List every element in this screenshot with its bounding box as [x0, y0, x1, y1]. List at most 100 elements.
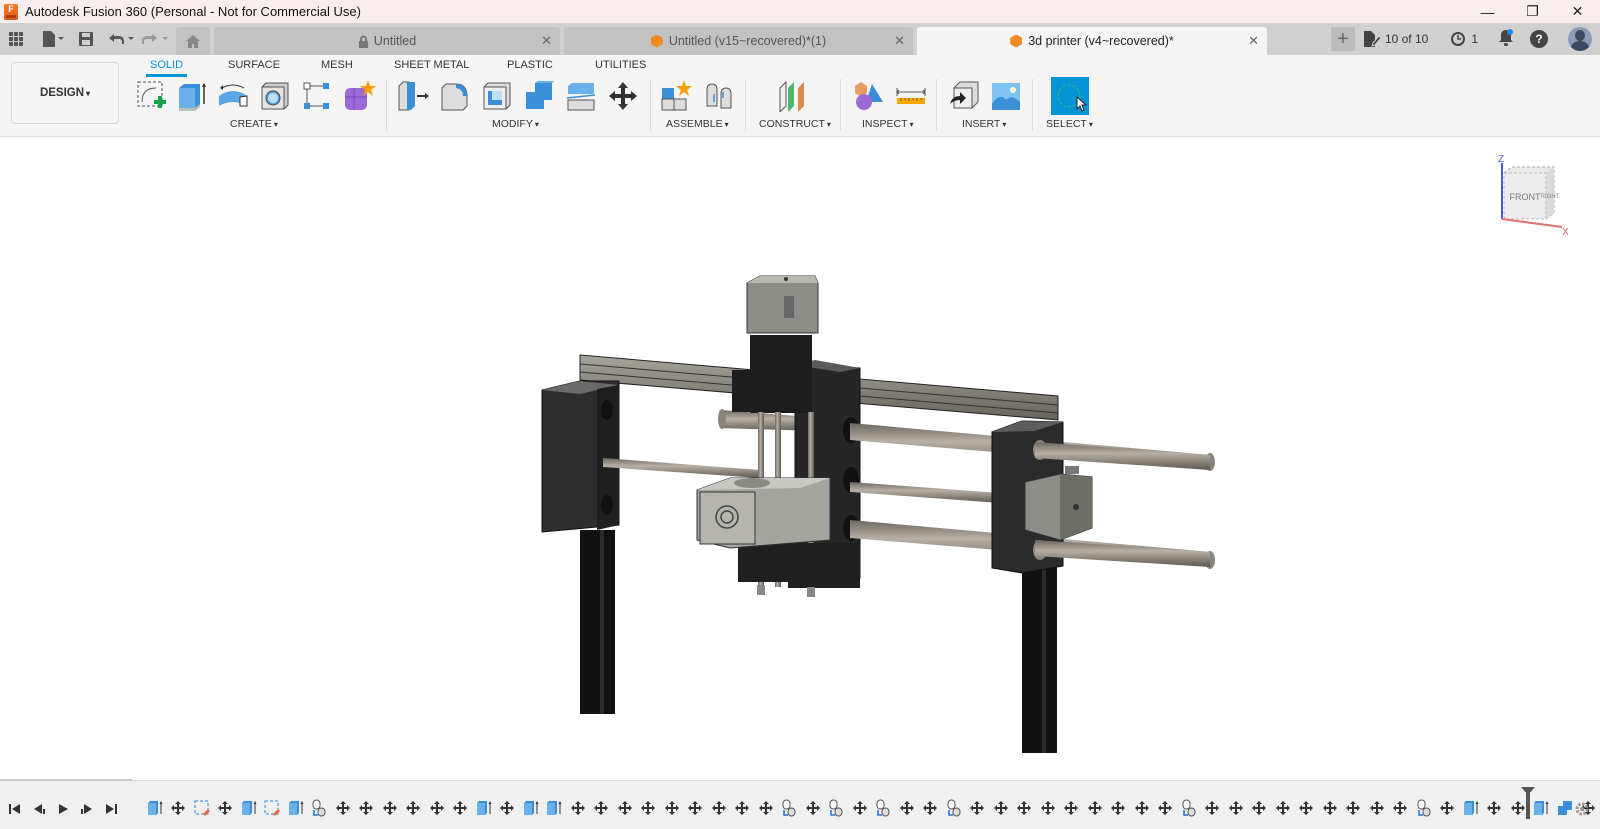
select-group-label[interactable]: SELECT ▾	[1046, 118, 1093, 130]
timeline-feature-move[interactable]	[660, 798, 684, 818]
timeline-feature-move[interactable]	[566, 798, 590, 818]
pattern-button[interactable]	[300, 79, 334, 113]
create-form-button[interactable]	[342, 79, 376, 113]
timeline-feature-move[interactable]	[966, 798, 990, 818]
timeline-feature-move[interactable]	[1130, 798, 1154, 818]
go-to-end-button[interactable]	[102, 800, 120, 818]
minimize-button[interactable]: —	[1465, 0, 1510, 23]
timeline-feature-extrude[interactable]	[472, 798, 496, 818]
timeline-feature-move[interactable]	[1154, 798, 1178, 818]
timeline-feature-move[interactable]	[1083, 798, 1107, 818]
timeline-feature-move[interactable]	[613, 798, 637, 818]
new-tab-button[interactable]: +	[1330, 27, 1355, 51]
construct-group-label[interactable]: CONSTRUCT ▾	[759, 118, 831, 130]
timeline-feature-move[interactable]	[1107, 798, 1131, 818]
help-button[interactable]: ?	[1530, 30, 1548, 48]
workspace-switcher[interactable]: DESIGN ▾	[11, 62, 119, 124]
modify-group-label[interactable]: MODIFY ▾	[492, 118, 539, 130]
play-button[interactable]	[54, 800, 72, 818]
timeline-feature-joint[interactable]	[1177, 798, 1201, 818]
timeline-feature-joint[interactable]	[1412, 798, 1436, 818]
shell-button[interactable]	[480, 79, 514, 113]
timeline-feature-move[interactable]	[1271, 798, 1295, 818]
joint-button[interactable]	[702, 79, 736, 113]
timeline-feature-move[interactable]	[731, 798, 755, 818]
tab-close-icon[interactable]: ✕	[894, 33, 905, 49]
timeline-feature-joint[interactable]	[872, 798, 896, 818]
versions-button[interactable]: 10 of 10	[1363, 31, 1428, 47]
tab-mesh[interactable]: MESH	[321, 59, 353, 71]
timeline-feature-move[interactable]	[1013, 798, 1037, 818]
timeline-feature-extrude[interactable]	[1459, 798, 1483, 818]
timeline-feature-sketch[interactable]	[190, 798, 214, 818]
timeline-feature-move[interactable]	[167, 798, 191, 818]
assemble-group-label[interactable]: ASSEMBLE ▾	[666, 118, 729, 130]
timeline-feature-move[interactable]	[378, 798, 402, 818]
select-button[interactable]	[1051, 77, 1089, 115]
tab-close-icon[interactable]: ✕	[541, 33, 552, 49]
timeline-scrollbar[interactable]	[0, 779, 132, 781]
timeline-feature-move[interactable]	[637, 798, 661, 818]
timeline-feature-move[interactable]	[355, 798, 379, 818]
tab-plastic[interactable]: PLASTIC	[507, 59, 553, 71]
tab-untitled[interactable]: Untitled ✕	[214, 27, 560, 55]
timeline-feature-extrude[interactable]	[237, 798, 261, 818]
timeline-feature-extrude[interactable]	[543, 798, 567, 818]
undo-button[interactable]	[106, 27, 136, 51]
timeline-feature-move[interactable]	[1318, 798, 1342, 818]
interference-button[interactable]	[852, 79, 886, 113]
timeline-feature-move[interactable]	[1342, 798, 1366, 818]
move-copy-button[interactable]	[606, 79, 640, 113]
notifications-button[interactable]	[1498, 28, 1514, 50]
timeline-feature-extrude[interactable]	[284, 798, 308, 818]
tab-close-icon[interactable]: ✕	[1248, 33, 1259, 49]
step-forward-button[interactable]	[78, 800, 96, 818]
timeline-marker[interactable]	[1521, 787, 1535, 819]
extrude-button[interactable]	[175, 79, 209, 113]
3d-printer-model[interactable]	[0, 137, 1600, 780]
timeline-feature-move[interactable]	[1201, 798, 1225, 818]
insert-group-label[interactable]: INSERT ▾	[962, 118, 1006, 130]
timeline-feature-move[interactable]	[848, 798, 872, 818]
hole-button[interactable]	[258, 79, 292, 113]
combine-button[interactable]	[522, 79, 556, 113]
timeline-feature-joint[interactable]	[942, 798, 966, 818]
timeline-feature-move[interactable]	[331, 798, 355, 818]
timeline-feature-move[interactable]	[919, 798, 943, 818]
create-sketch-button[interactable]	[135, 79, 169, 113]
revolve-button[interactable]	[216, 79, 250, 113]
timeline-feature-move[interactable]	[496, 798, 520, 818]
tab-surface[interactable]: SURFACE	[228, 59, 280, 71]
insert-canvas-button[interactable]	[989, 79, 1023, 113]
timeline-feature-extrude[interactable]	[519, 798, 543, 818]
timeline-feature-move[interactable]	[989, 798, 1013, 818]
timeline-feature-joint[interactable]	[825, 798, 849, 818]
insert-derive-button[interactable]	[947, 79, 981, 113]
tab-solid[interactable]: SOLID	[145, 59, 188, 77]
step-back-button[interactable]	[30, 800, 48, 818]
timeline-feature-move[interactable]	[1248, 798, 1272, 818]
timeline-feature-move[interactable]	[1365, 798, 1389, 818]
fillet-button[interactable]	[438, 79, 472, 113]
app-grid-icon[interactable]	[4, 27, 28, 51]
tab-3d-printer[interactable]: 3d printer (v4~recovered)* ✕	[917, 27, 1267, 55]
press-pull-button[interactable]	[397, 79, 431, 113]
measure-button[interactable]	[894, 79, 928, 113]
user-avatar[interactable]	[1568, 27, 1592, 51]
tab-utilities[interactable]: UTILITIES	[595, 59, 646, 71]
timeline-feature-extrude[interactable]	[1530, 798, 1554, 818]
timeline-feature-sketch[interactable]	[261, 798, 285, 818]
timeline-feature-joint[interactable]	[778, 798, 802, 818]
timeline-feature-move[interactable]	[425, 798, 449, 818]
timeline-feature-move[interactable]	[1224, 798, 1248, 818]
timeline-feature-move[interactable]	[684, 798, 708, 818]
timeline-feature-move[interactable]	[402, 798, 426, 818]
close-window-button[interactable]: ✕	[1555, 0, 1600, 23]
tab-untitled-v15[interactable]: Untitled (v15~recovered)*(1) ✕	[564, 27, 913, 55]
timeline-feature-move[interactable]	[707, 798, 731, 818]
timeline-feature-extrude[interactable]	[143, 798, 167, 818]
timeline-feature-move[interactable]	[801, 798, 825, 818]
file-menu-button[interactable]	[38, 27, 68, 51]
timeline-feature-combine[interactable]	[1553, 798, 1577, 818]
timeline-feature-move[interactable]	[1295, 798, 1319, 818]
